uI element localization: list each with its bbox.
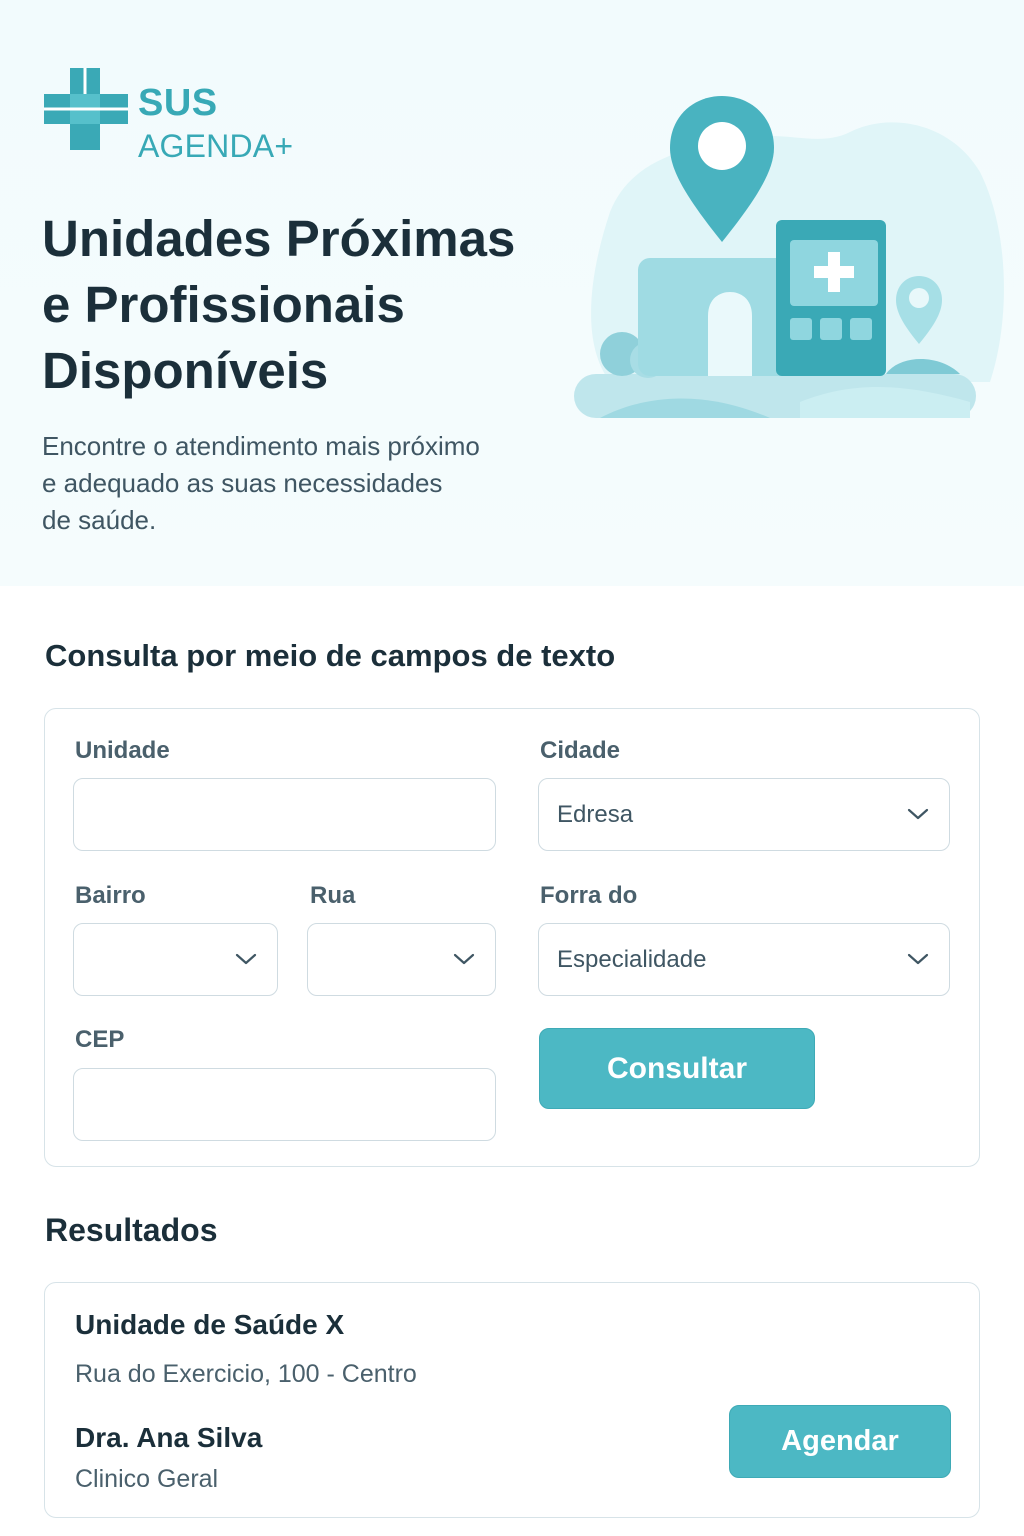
page-title: Unidades Próximas e Profissionais Dispon… <box>42 206 582 404</box>
brand-name: SUS <box>138 82 218 124</box>
page-subtitle-line: e adequado as suas necessidades <box>42 468 443 498</box>
health-cross-icon <box>44 68 128 150</box>
unidade-input[interactable] <box>73 778 496 851</box>
page-subtitle-line: de saúde. <box>42 505 157 535</box>
bairro-label: Bairro <box>75 882 146 909</box>
especialidade-select-value: Especialidade <box>557 946 707 973</box>
search-section-title: Consulta por meio de campos de texto <box>45 638 616 673</box>
page-title-line: Disponíveis <box>42 342 329 399</box>
result-specialty: Clinico Geral <box>75 1465 219 1493</box>
page-title-line: e Profissionais <box>42 276 405 333</box>
brand-logo[interactable]: SUS AGENDA+ <box>44 68 324 168</box>
result-doctor-name: Dra. Ana Silva <box>75 1422 263 1453</box>
page-title-line: Unidades Próximas <box>42 210 516 267</box>
hero-section: SUS AGENDA+ Unidades Próximas e Profissi… <box>0 0 1024 586</box>
cidade-label: Cidade <box>540 737 621 764</box>
page-subtitle: Encontre o atendimento mais próximo e ad… <box>42 428 562 539</box>
forra-label: Forra do <box>540 882 638 909</box>
agendar-button[interactable]: Agendar <box>729 1405 951 1478</box>
consultar-button[interactable]: Consultar <box>539 1028 815 1109</box>
chevron-down-icon <box>453 953 475 965</box>
clinic-illustration <box>574 96 1004 418</box>
chevron-down-icon <box>907 953 929 965</box>
cep-label: CEP <box>75 1026 125 1053</box>
results-title: Resultados <box>45 1212 218 1248</box>
unidade-label: Unidade <box>75 737 170 764</box>
bairro-select[interactable] <box>73 923 278 996</box>
result-unit-name: Unidade de Saúde X <box>75 1309 345 1340</box>
cidade-select[interactable]: Edresa <box>538 778 950 851</box>
rua-select[interactable] <box>307 923 496 996</box>
especialidade-select[interactable]: Especialidade <box>538 923 950 996</box>
rua-label: Rua <box>310 882 356 909</box>
cep-input[interactable] <box>73 1068 496 1141</box>
page-subtitle-line: Encontre o atendimento mais próximo <box>42 431 480 461</box>
result-card: Unidade de Saúde X Rua do Exercicio, 100… <box>44 1282 980 1518</box>
chevron-down-icon <box>907 808 929 820</box>
cidade-select-value: Edresa <box>557 801 634 828</box>
chevron-down-icon <box>235 953 257 965</box>
result-address: Rua do Exercicio, 100 - Centro <box>75 1360 417 1388</box>
search-form: Unidade Cidade Edresa Bairro Rua Forra d… <box>44 708 980 1167</box>
brand-subname: AGENDA+ <box>138 128 294 164</box>
